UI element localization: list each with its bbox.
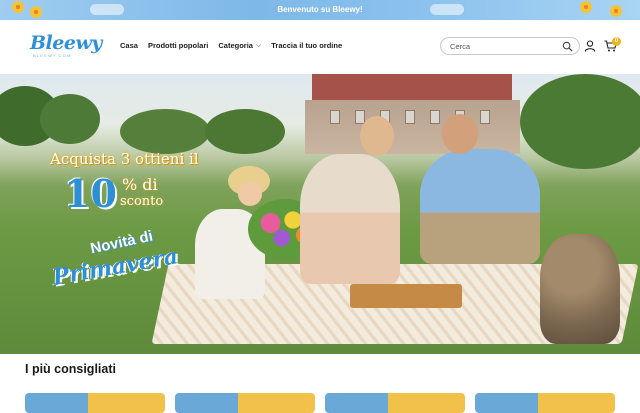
announcement-text: Benvenuto su Bleewy! — [277, 5, 363, 14]
tree — [520, 74, 640, 169]
child-head — [238, 182, 262, 206]
user-icon[interactable] — [584, 40, 596, 52]
window — [480, 110, 490, 124]
cart-count-badge: 0 — [612, 37, 621, 46]
product-card[interactable] — [475, 393, 615, 413]
tree — [120, 109, 210, 154]
woman-head — [360, 116, 394, 156]
man-head — [442, 114, 478, 154]
nav-item-categoria[interactable]: Categoria ⌵ — [218, 41, 261, 50]
nav-item-prodotti-popolari[interactable]: Prodotti popolari — [148, 41, 208, 50]
promo-percent-label: % di — [122, 175, 158, 194]
product-card[interactable] — [25, 393, 165, 413]
building — [305, 100, 520, 154]
flower-icon — [12, 1, 24, 13]
search-input[interactable] — [450, 40, 560, 52]
search-box — [440, 37, 580, 55]
tree — [40, 94, 100, 144]
main-nav: Casa Prodotti popolari Categoria ⌵ Tracci… — [120, 41, 342, 50]
nav-label: Categoria — [218, 41, 253, 50]
nav-item-traccia-ordine[interactable]: Traccia il tuo ordine — [271, 41, 342, 50]
dog-figure — [540, 234, 620, 344]
woman-figure — [300, 154, 400, 284]
promo-headline: Acquista 3 ottieni il — [50, 150, 199, 168]
flower-icon — [610, 5, 622, 17]
site-header: Bleewy BLEEWY.COM Casa Prodotti popolari… — [0, 20, 640, 74]
logo-text: Bleewy — [30, 32, 102, 54]
cloud-decoration — [430, 4, 464, 15]
nav-item-casa[interactable]: Casa — [120, 41, 138, 50]
nav-label: Traccia il tuo ordine — [271, 41, 343, 50]
promo-percentage-number: 10 — [64, 171, 117, 216]
logo[interactable]: Bleewy BLEEWY.COM — [30, 33, 102, 61]
search-icon[interactable] — [562, 41, 573, 52]
hero-banner[interactable]: Acquista 3 ottieni il 10 % di sconto Nov… — [0, 74, 640, 354]
promo-discount-label: sconto — [120, 194, 164, 209]
section-title-recommended: I più consigliati — [25, 362, 116, 376]
picnic-tray — [350, 284, 462, 308]
window — [430, 110, 440, 124]
chevron-down-icon: ⌵ — [255, 41, 262, 49]
announcement-bar: Benvenuto su Bleewy! — [0, 0, 640, 20]
nav-label: Prodotti popolari — [147, 41, 209, 50]
flower-icon — [580, 1, 592, 13]
product-card[interactable] — [325, 393, 465, 413]
nav-label: Casa — [120, 41, 138, 50]
man-figure — [420, 149, 540, 264]
tree — [205, 109, 285, 154]
cloud-decoration — [90, 4, 124, 15]
product-card[interactable] — [175, 393, 315, 413]
window — [405, 110, 415, 124]
flower-icon — [30, 6, 42, 18]
window — [330, 110, 340, 124]
